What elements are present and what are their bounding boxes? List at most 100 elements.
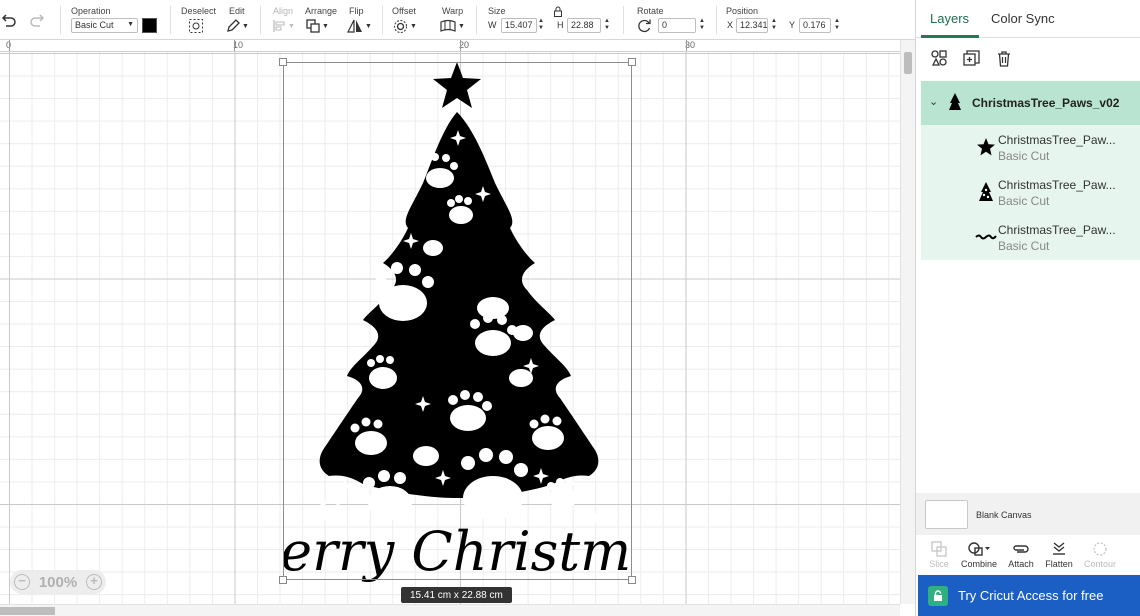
toolbar-divider — [170, 6, 171, 34]
y-stepper[interactable]: ▲ ▼ — [833, 18, 841, 33]
height-stepper[interactable]: ▲ ▼ — [603, 18, 611, 33]
deselect-label: Deselect — [181, 6, 217, 16]
caret-down-icon: ▼ — [322, 22, 329, 30]
caret-down-icon: ▼ — [127, 21, 134, 28]
caret-down-icon: ▼ — [458, 22, 465, 30]
zoom-out-button[interactable]: − — [14, 574, 30, 590]
tree-icon — [948, 92, 962, 117]
scrollbar-thumb[interactable] — [904, 52, 912, 74]
chevron-down-icon[interactable]: ⌄ — [929, 95, 938, 108]
edit-pen-icon[interactable]: ▼ — [226, 18, 249, 34]
contour-label: Contour — [1083, 559, 1117, 569]
try-banner-text: Try Cricut Access for free — [958, 588, 1104, 603]
align-icon: ▼ — [272, 18, 295, 34]
width-label: W — [488, 20, 497, 30]
tree-icon — [971, 177, 1001, 207]
attach-label: Attach — [1008, 559, 1034, 569]
rotate-input[interactable]: 0 — [658, 18, 696, 33]
layer-row[interactable]: ChristmasTree_Paw... Basic Cut — [921, 215, 1140, 260]
caret-down-icon: ▼ — [242, 22, 249, 30]
flatten-icon — [1037, 539, 1081, 559]
x-stepper[interactable]: ▲ ▼ — [770, 18, 778, 33]
tab-color-sync[interactable]: Color Sync — [991, 11, 1055, 26]
resize-handle[interactable] — [628, 576, 636, 584]
flatten-button[interactable]: Flatten — [1037, 539, 1081, 569]
vertical-scrollbar[interactable] — [900, 40, 915, 604]
contour-button: Contour — [1078, 539, 1122, 569]
lock-icon[interactable] — [553, 6, 563, 19]
layer-toolbar — [916, 38, 1140, 78]
horizontal-scrollbar[interactable] — [0, 604, 900, 616]
layer-group-row[interactable]: ⌄ ChristmasTree_Paws_v02 — [921, 81, 1140, 125]
toolbar-divider — [623, 6, 624, 34]
layer-name: ChristmasTree_Paw... — [998, 178, 1116, 192]
y-label: Y — [789, 20, 796, 30]
duplicate-icon[interactable] — [961, 48, 981, 68]
contour-icon — [1078, 539, 1122, 559]
script-text-icon — [971, 222, 1001, 252]
warp-label: Warp — [442, 6, 464, 16]
toolbar-divider — [716, 6, 717, 34]
layer-name: ChristmasTree_Paw... — [998, 133, 1116, 147]
design-canvas[interactable]: 0 10 20 30 — [0, 40, 900, 604]
combine-label: Combine — [960, 559, 998, 569]
operation-label: Operation — [71, 6, 111, 16]
layer-operation: Basic Cut — [998, 239, 1050, 253]
width-input[interactable]: 15.407 — [501, 18, 537, 33]
flip-icon[interactable]: ▼ — [347, 18, 372, 34]
deselect-icon[interactable] — [188, 18, 204, 34]
combine-icon — [957, 539, 1001, 559]
toolbar-divider — [382, 6, 383, 34]
y-input[interactable]: 0.176 — [799, 18, 831, 33]
scrollbar-thumb[interactable] — [0, 607, 55, 615]
blank-canvas-row[interactable]: Blank Canvas — [916, 493, 1140, 535]
width-stepper[interactable]: ▲ ▼ — [537, 18, 545, 33]
toolbar-divider — [260, 6, 261, 34]
slice-button: Slice — [917, 539, 961, 569]
undo-icon[interactable] — [0, 12, 16, 30]
flatten-label: Flatten — [1045, 559, 1073, 569]
layer-row[interactable]: ChristmasTree_Paw... Basic Cut — [921, 125, 1140, 170]
resize-handle[interactable] — [628, 58, 636, 66]
warp-icon[interactable]: ▼ — [440, 18, 465, 34]
try-cricut-access-banner[interactable]: Try Cricut Access for free — [918, 575, 1140, 616]
layer-actions-bar: Slice Combine Attach Flatten Contour — [916, 535, 1140, 575]
top-toolbar: Operation Basic Cut ▼ Deselect Edit ▼ Al… — [0, 0, 915, 40]
height-input[interactable]: 22.88 — [567, 18, 601, 33]
align-label: Align — [273, 6, 294, 16]
zoom-control: − 100% + — [10, 570, 106, 594]
caret-down-icon: ▼ — [288, 22, 295, 30]
blank-canvas-swatch[interactable] — [925, 500, 968, 529]
resize-handle[interactable] — [279, 58, 287, 66]
offset-icon[interactable]: ▼ — [393, 18, 417, 34]
selection-box[interactable] — [283, 62, 632, 580]
rotate-stepper[interactable]: ▲ ▼ — [698, 18, 706, 33]
zoom-in-button[interactable]: + — [86, 574, 102, 590]
star-icon — [971, 132, 1001, 162]
arrange-label: Arrange — [305, 6, 338, 16]
horizontal-ruler: 0 10 20 30 — [0, 40, 900, 52]
toolbar-divider — [60, 6, 61, 34]
resize-handle[interactable] — [279, 576, 287, 584]
panel-tabs: Layers Color Sync — [916, 0, 1140, 38]
group-icon[interactable] — [929, 48, 949, 68]
redo-icon[interactable] — [30, 12, 46, 30]
position-label: Position — [726, 6, 759, 16]
x-input[interactable]: 12.341 — [736, 18, 768, 33]
combine-button[interactable]: Combine — [957, 539, 1001, 569]
blank-canvas-label: Blank Canvas — [976, 510, 1032, 520]
color-swatch[interactable] — [142, 18, 157, 33]
layers-panel: Layers Color Sync ⌄ ChristmasTree_Paws_v… — [915, 0, 1140, 616]
operation-select[interactable]: Basic Cut ▼ — [71, 18, 138, 33]
layer-name: ChristmasTree_Paw... — [998, 223, 1116, 237]
arrange-icon[interactable]: ▼ — [306, 18, 329, 34]
rotate-icon — [637, 18, 652, 35]
caret-down-icon: ▼ — [365, 22, 372, 30]
trash-icon[interactable] — [994, 48, 1014, 68]
group-name: ChristmasTree_Paws_v02 — [972, 96, 1120, 110]
zoom-level: 100% — [38, 573, 78, 591]
operation-value: Basic Cut — [75, 20, 114, 30]
layer-row[interactable]: ChristmasTree_Paw... Basic Cut — [921, 170, 1140, 215]
layer-operation: Basic Cut — [998, 149, 1050, 163]
tab-layers[interactable]: Layers — [930, 11, 969, 26]
